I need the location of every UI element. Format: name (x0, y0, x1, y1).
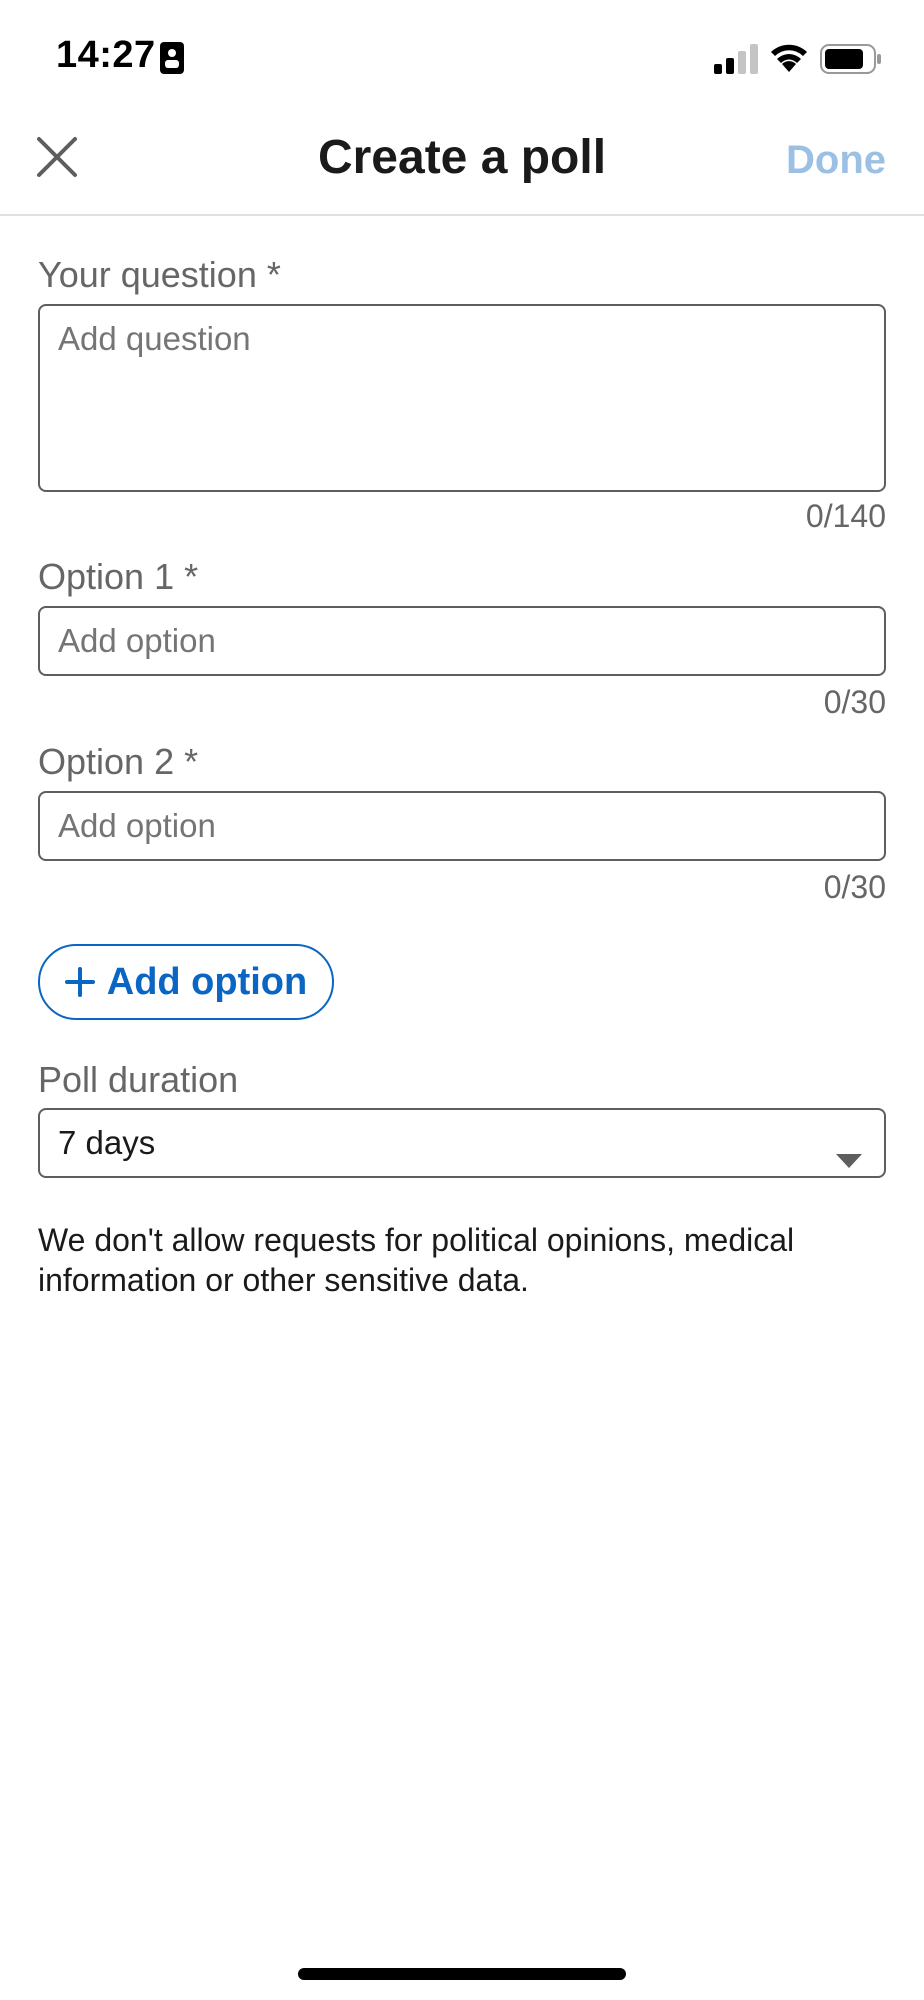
add-option-label: Add option (106, 960, 308, 1003)
disclaimer-text: We don't allow requests for political op… (38, 1222, 795, 1298)
poll-duration-value: 7 days (58, 1124, 156, 1161)
option-1-counter: 0/30 (823, 684, 886, 720)
option-2-label: Option 2 * (38, 741, 199, 782)
add-option-button[interactable]: Add option (38, 944, 334, 1020)
wifi-icon (770, 42, 808, 77)
poll-duration-label: Poll duration (38, 1059, 239, 1100)
option-1-label: Option 1 * (38, 556, 199, 597)
done-button[interactable]: Done (786, 138, 886, 183)
poll-duration-select[interactable]: 7 days (38, 1108, 886, 1178)
question-label: Your question * (38, 254, 281, 295)
battery-icon (820, 44, 882, 79)
home-indicator (298, 1968, 626, 1980)
create-poll-screen: 14:27 Create a poll Done Your question *… (0, 0, 924, 2000)
status-time: 14:27 (56, 34, 156, 76)
caret-down-icon (836, 1138, 862, 1176)
plus-icon (64, 967, 95, 997)
option-2-counter: 0/30 (823, 869, 886, 905)
option-1-input[interactable] (38, 606, 886, 676)
question-input[interactable] (38, 304, 886, 492)
option-2-input[interactable] (38, 791, 886, 861)
sim-card-icon (160, 42, 184, 79)
header-bar: Create a poll Done (0, 110, 924, 216)
signal-icon (714, 44, 758, 79)
question-counter: 0/140 (805, 498, 886, 534)
status-bar: 14:27 (0, 0, 924, 110)
